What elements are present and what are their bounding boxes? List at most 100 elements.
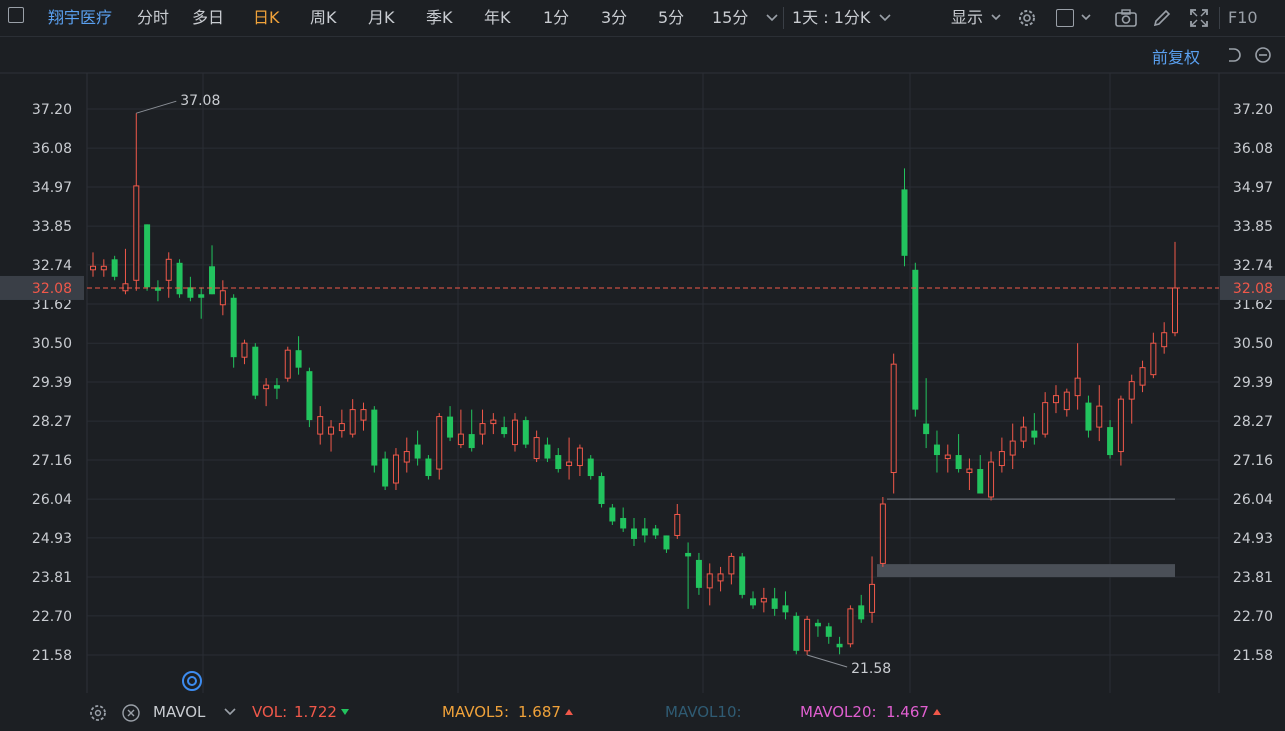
candle [944, 444, 951, 473]
candle-body [392, 454, 399, 484]
minus-circle-icon[interactable] [1254, 46, 1272, 64]
y-tick-label: 37.20 [1233, 102, 1273, 118]
fullscreen-icon[interactable] [1188, 7, 1210, 29]
candle-body [869, 583, 876, 613]
candlestick-chart[interactable]: 37.2036.0834.9733.8532.7431.6230.5029.39… [0, 37, 1285, 693]
candle [1172, 241, 1178, 337]
candle-body [631, 528, 637, 539]
candle-body [457, 433, 464, 446]
candle [804, 615, 811, 655]
y-tick-label: 27.16 [32, 453, 72, 469]
target-icon[interactable] [181, 670, 203, 692]
candle [998, 437, 1005, 473]
candle [284, 346, 291, 382]
candle [371, 406, 378, 473]
indicator-name[interactable]: MAVOL [153, 693, 205, 731]
tab-3min[interactable]: 3分 [601, 0, 627, 36]
candle-body [944, 454, 951, 460]
candle-body [988, 461, 995, 498]
candle [328, 420, 335, 452]
candle [685, 542, 692, 609]
y-tick-label: 32.74 [32, 258, 72, 274]
candle-body [252, 346, 259, 396]
candle-body [641, 528, 648, 536]
display-menu[interactable]: 显示 [951, 0, 983, 36]
candle-body [1052, 395, 1059, 404]
tab-quarterly-k[interactable]: 季K [426, 0, 453, 36]
y-tick-label: 21.58 [1233, 648, 1273, 664]
mavol20-value: 1.467 [886, 703, 929, 721]
candle-body [165, 258, 172, 281]
candle [1150, 332, 1157, 379]
tab-yearly-k[interactable]: 年K [484, 0, 511, 36]
candle-body [782, 605, 789, 613]
candle [511, 413, 518, 452]
candle [717, 566, 724, 592]
candle [869, 556, 876, 623]
candle-body [1172, 287, 1178, 334]
candle-body [998, 451, 1005, 467]
chevron-down-icon[interactable] [765, 12, 779, 24]
candle [1161, 322, 1168, 354]
candle [133, 113, 140, 291]
candle [728, 552, 735, 585]
tab-intraday[interactable]: 分时 [137, 0, 169, 36]
chevron-down-icon[interactable] [878, 12, 892, 24]
tab-multi-day[interactable]: 多日 [192, 0, 224, 36]
candle [187, 276, 194, 302]
candle-body [295, 350, 302, 368]
stock-name[interactable]: 翔宇医疗 [48, 0, 112, 36]
candle [739, 552, 746, 599]
candle [154, 280, 161, 302]
support-band [877, 564, 1175, 578]
candle-body [566, 461, 573, 467]
adjust-mode-label[interactable]: 前复权 [1152, 44, 1200, 68]
tab-daily-k[interactable]: 日K [253, 0, 280, 36]
candle [306, 367, 313, 428]
candle-body [760, 597, 767, 603]
gear-icon[interactable] [1016, 7, 1038, 29]
tab-weekly-k[interactable]: 周K [310, 0, 337, 36]
candle-body [425, 458, 432, 477]
candle-body [1150, 342, 1157, 376]
candle-body [1042, 402, 1049, 435]
interval-selector[interactable]: 1天 : 1分K [792, 0, 870, 36]
gear-icon[interactable] [88, 703, 108, 723]
chevron-down-icon[interactable] [990, 12, 1002, 24]
candle-body [511, 419, 518, 446]
tab-5min[interactable]: 5分 [658, 0, 684, 36]
candle-body [306, 371, 313, 421]
chevron-down-icon[interactable] [1080, 12, 1092, 24]
candle-body [814, 622, 821, 627]
candle [392, 448, 399, 491]
tab-15min[interactable]: 15分 [712, 0, 748, 36]
candle-body [198, 294, 205, 298]
candle-body [328, 426, 335, 435]
candle-body [955, 455, 962, 470]
undo-icon[interactable] [1225, 46, 1243, 64]
chevron-down-icon[interactable] [223, 706, 237, 718]
y-tick-label: 33.85 [32, 219, 72, 235]
camera-icon[interactable] [1114, 8, 1138, 28]
candle-body [793, 615, 800, 651]
candle-body [912, 269, 919, 410]
f10-button[interactable]: F10 [1228, 0, 1258, 36]
candle [111, 255, 118, 281]
y-tick-label: 23.81 [32, 570, 72, 586]
candle [760, 587, 767, 613]
layout-box-icon[interactable] [1056, 9, 1074, 27]
tab-1min[interactable]: 1分 [543, 0, 569, 36]
close-icon[interactable] [121, 703, 141, 723]
panel-toggle-icon[interactable] [8, 7, 24, 23]
support-line [887, 498, 1175, 500]
candle-body [360, 409, 367, 421]
y-tick-label: 30.50 [1233, 336, 1273, 352]
y-tick-label: 26.04 [32, 492, 72, 508]
arrow-up-icon [565, 709, 573, 715]
low-annotation-label: 21.58 [851, 661, 891, 677]
candle-body [371, 409, 378, 466]
tab-monthly-k[interactable]: 月K [368, 0, 395, 36]
pencil-icon[interactable] [1152, 8, 1172, 28]
y-tick-label: 36.08 [1233, 141, 1273, 157]
candle [966, 458, 973, 491]
